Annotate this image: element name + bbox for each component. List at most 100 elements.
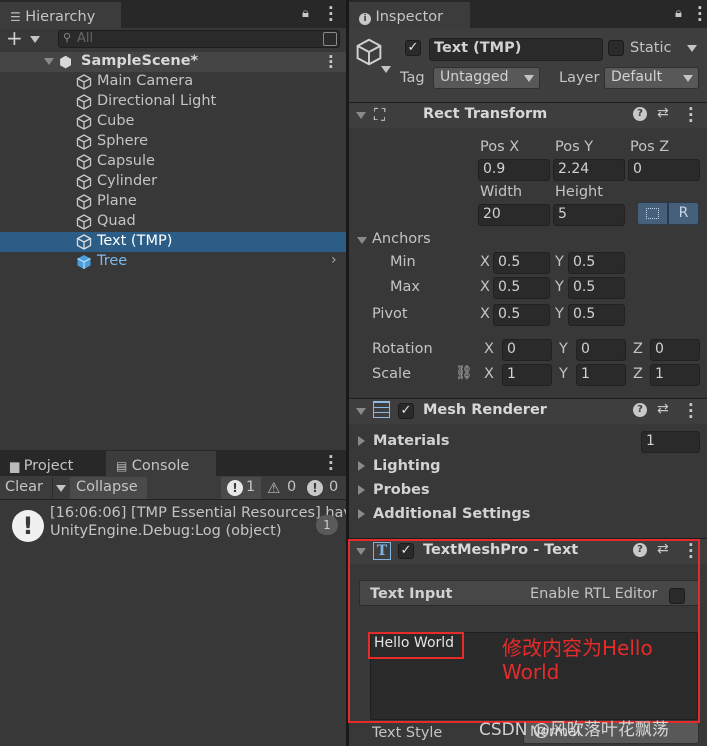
presets-icon[interactable]: ⇄ bbox=[657, 105, 669, 121]
tag-dropdown[interactable]: Untagged bbox=[433, 67, 540, 89]
hierarchy-item[interactable]: Cylinder bbox=[0, 172, 346, 192]
clear-button[interactable]: Clear bbox=[2, 477, 52, 499]
watermark: CSDN @风吹落叶花飘荡 bbox=[479, 720, 669, 740]
mesh-renderer-enabled-checkbox[interactable]: ✓ bbox=[398, 403, 414, 419]
x-label: X bbox=[480, 254, 490, 270]
scale-y-field[interactable]: 1 bbox=[576, 364, 626, 386]
hierarchy-item[interactable]: Capsule bbox=[0, 152, 346, 172]
materials-size-field[interactable]: 1 bbox=[641, 431, 700, 453]
log-entry[interactable]: ! [16:06:06] [TMP Essential Resources] h… bbox=[0, 502, 346, 546]
anchor-max-y-field[interactable]: 0.5 bbox=[568, 277, 625, 299]
tab-hierarchy[interactable]: ☰ Hierarchy bbox=[0, 2, 121, 29]
hello-world-highlight-box bbox=[368, 632, 464, 659]
layer-dropdown[interactable]: Default bbox=[604, 67, 699, 89]
active-checkbox[interactable]: ✓ bbox=[405, 40, 421, 56]
tab-project[interactable]: ▆ Project bbox=[0, 451, 106, 476]
scale-z-field[interactable]: 1 bbox=[650, 364, 700, 386]
scene-menu-icon[interactable]: · · · bbox=[328, 50, 334, 75]
mesh-renderer-header[interactable]: ✓ Mesh Renderer ? ⇄ · · · bbox=[349, 398, 707, 425]
component-menu-icon[interactable]: · · · bbox=[688, 398, 694, 425]
hierarchy-item[interactable]: Quad bbox=[0, 212, 346, 232]
constrain-proportions-icon[interactable]: ⛓ bbox=[455, 365, 473, 381]
search-input[interactable]: ⚲ All bbox=[58, 30, 340, 48]
error-filter-toggle[interactable]: ! 1 bbox=[221, 477, 261, 499]
rotation-y-field[interactable]: 0 bbox=[576, 339, 626, 361]
pos-z-field[interactable]: 0 bbox=[628, 159, 700, 181]
hierarchy-menu-icon[interactable]: · · · bbox=[328, 1, 334, 28]
anchor-max-x-field[interactable]: 0.5 bbox=[493, 277, 550, 299]
anchor-min-y-field[interactable]: 0.5 bbox=[568, 252, 625, 274]
pos-y-field[interactable]: 2.24 bbox=[553, 159, 625, 181]
pivot-x-field[interactable]: 0.5 bbox=[493, 304, 550, 326]
annotation-line2: World bbox=[502, 660, 560, 684]
search-options-icon[interactable] bbox=[323, 32, 337, 46]
console-menu-icon[interactable]: · · · bbox=[328, 450, 334, 477]
gameobject-icon bbox=[76, 154, 92, 170]
rect-transform-header[interactable]: ⛶ Rect Transform ? ⇄ · · · bbox=[349, 102, 707, 129]
y-label: Y bbox=[559, 341, 568, 357]
rotation-x-field[interactable]: 0 bbox=[502, 339, 552, 361]
blueprint-icon bbox=[646, 208, 659, 219]
chevron-right-icon[interactable]: › bbox=[331, 252, 337, 268]
annotation-line1: 修改内容为Hello bbox=[502, 636, 653, 660]
anchor-min-x-field[interactable]: 0.5 bbox=[493, 252, 550, 274]
hierarchy-item[interactable]: Plane bbox=[0, 192, 346, 212]
clear-dropdown[interactable] bbox=[52, 477, 68, 499]
lock-icon[interactable]: 🔒︎ bbox=[675, 6, 682, 21]
icon-picker-arrow-icon[interactable] bbox=[381, 66, 391, 73]
tab-inspector[interactable]: i Inspector bbox=[349, 2, 470, 29]
text-style-label: Text Style bbox=[372, 725, 443, 741]
rotation-z-field[interactable]: 0 bbox=[650, 339, 700, 361]
static-checkbox[interactable] bbox=[608, 40, 624, 56]
lock-icon[interactable]: 🔒︎ bbox=[302, 6, 309, 21]
tab-console[interactable]: ▤ Console bbox=[106, 451, 216, 476]
collapse-button[interactable]: Collapse bbox=[70, 477, 147, 499]
warning-filter-toggle[interactable]: ⚠ 0 bbox=[263, 477, 301, 499]
fold-arrow-icon[interactable] bbox=[356, 408, 366, 415]
gameobject-icon bbox=[76, 94, 92, 110]
gameobject-icon bbox=[76, 194, 92, 210]
scene-row[interactable]: ⬢ SampleScene* · · · bbox=[0, 50, 346, 75]
lighting-fold-icon[interactable] bbox=[358, 461, 365, 471]
info-filter-toggle[interactable]: ! 0 bbox=[303, 477, 343, 499]
object-name-field[interactable]: Text (TMP) bbox=[429, 38, 603, 61]
inspector-menu-icon[interactable]: · · · bbox=[697, 1, 703, 28]
raw-edit-button[interactable]: R bbox=[668, 202, 699, 225]
additional-settings-foldout[interactable]: Additional Settings bbox=[373, 506, 530, 522]
hierarchy-item[interactable]: Main Camera bbox=[0, 72, 346, 92]
height-field[interactable]: 5 bbox=[553, 204, 625, 226]
additional-fold-icon[interactable] bbox=[358, 509, 365, 519]
gameobject-icon bbox=[76, 134, 92, 150]
hierarchy-item[interactable]: Directional Light bbox=[0, 92, 346, 112]
expand-arrow-icon[interactable] bbox=[44, 58, 54, 65]
x-label: X bbox=[484, 366, 494, 382]
component-menu-icon[interactable]: · · · bbox=[688, 102, 694, 129]
unity-scene-icon: ⬢ bbox=[59, 53, 73, 71]
presets-icon[interactable]: ⇄ bbox=[657, 401, 669, 417]
help-icon[interactable]: ? bbox=[633, 403, 647, 417]
tmp-highlight-box bbox=[348, 539, 700, 723]
scale-x-field[interactable]: 1 bbox=[502, 364, 552, 386]
static-dropdown-icon[interactable] bbox=[687, 45, 697, 52]
gameobject-icon bbox=[76, 174, 92, 190]
gameobject-large-icon bbox=[356, 38, 382, 66]
probes-foldout[interactable]: Probes bbox=[373, 482, 430, 498]
hierarchy-item[interactable]: Cube bbox=[0, 112, 346, 132]
materials-foldout[interactable]: Materials bbox=[373, 433, 450, 449]
blueprint-mode-button[interactable] bbox=[637, 202, 668, 225]
help-icon[interactable]: ? bbox=[633, 107, 647, 121]
pos-x-field[interactable]: 0.9 bbox=[478, 159, 550, 181]
anchors-fold-icon[interactable] bbox=[357, 237, 367, 244]
hierarchy-item-prefab[interactable]: Tree › bbox=[0, 252, 346, 272]
width-field[interactable]: 20 bbox=[478, 204, 550, 226]
pivot-y-field[interactable]: 0.5 bbox=[568, 304, 625, 326]
materials-fold-icon[interactable] bbox=[358, 436, 365, 446]
lighting-foldout[interactable]: Lighting bbox=[373, 458, 441, 474]
add-button[interactable]: + bbox=[6, 28, 42, 49]
fold-arrow-icon[interactable] bbox=[356, 112, 366, 119]
hierarchy-item-selected[interactable]: Text (TMP) bbox=[0, 232, 346, 252]
x-label: X bbox=[484, 341, 494, 357]
probes-fold-icon[interactable] bbox=[358, 485, 365, 495]
x-label: X bbox=[480, 306, 490, 322]
hierarchy-item[interactable]: Sphere bbox=[0, 132, 346, 152]
